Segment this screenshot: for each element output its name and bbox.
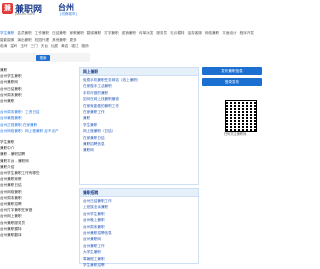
nav-category-link[interactable]: 礼仪模特 xyxy=(170,30,184,37)
panel-link-item[interactable]: 兼职网 xyxy=(83,147,195,153)
qr-code-icon xyxy=(225,100,257,132)
panel-list: 免费手机兼职任务网站（线上兼职） 在家做手工活兼职 手机可做的兼职 如何在网上找兼职赚… xyxy=(80,76,198,155)
search-button[interactable]: 搜索 xyxy=(36,55,50,61)
header: 兼 兼职网 jianzhi.com 台州 [切换城市] xyxy=(0,0,265,28)
nav-category-link[interactable]: 传单派发 xyxy=(139,30,153,37)
qr-caption: 扫码关注兼职网 xyxy=(224,132,247,136)
nav-category-link[interactable]: 促销兼职 xyxy=(122,30,136,37)
nav-district-link[interactable]: 仙居 xyxy=(51,43,58,50)
nav-district-link[interactable]: 玉环 xyxy=(20,43,27,50)
panel-title: 兼职招聘 xyxy=(80,189,198,197)
nav-category-link[interactable]: 平面设计 xyxy=(222,30,236,37)
nav-district-link[interactable]: 黄岩 xyxy=(61,43,68,50)
nav-district-link[interactable]: 路桥 xyxy=(82,43,89,50)
nav-district-link[interactable]: 椒江 xyxy=(71,43,78,50)
nav-district-link[interactable]: 临海 xyxy=(0,43,7,50)
post-job-button[interactable]: 发布兼职信息 xyxy=(202,67,262,75)
nav-category-link[interactable]: 服务员 xyxy=(156,30,167,37)
category-nav: 学生兼职 会员兼职 工作兼职 日结兼职 家教兼职 翻译兼职 打字兼职 促销兼职 传单派发 服务员礼… xyxy=(0,30,265,50)
logo-subtitle: jianzhi.com xyxy=(15,12,35,16)
nav-category-link[interactable]: 翻译兼职 xyxy=(87,30,101,37)
panel-link-item[interactable]: 学生兼职招聘 xyxy=(83,262,195,268)
nav-category-link[interactable]: 程序开发 xyxy=(240,30,254,37)
nav-district-link[interactable]: 三门 xyxy=(31,43,38,50)
logo-icon[interactable]: 兼 xyxy=(2,3,13,14)
login-post-button[interactable]: 登录发布 xyxy=(202,78,262,86)
nav-category-link[interactable]: 话务客服 xyxy=(188,30,202,37)
left-link-column: 兼职 台州学生兼职 台州兼职网 台州日结兼职 台州周末兼职 台州兼职 台州周末兼职：工资日结… xyxy=(0,67,75,243)
right-column: 发布兼职信息 登录发布 xyxy=(202,67,262,89)
online-jobs-panel: 网上兼职 免费手机兼职任务网站（线上兼职） 在家做手工活兼职 手机可做的兼职 如何在网… xyxy=(79,67,199,185)
nav-category-link[interactable]: 打字兼职 xyxy=(104,30,118,37)
panel-title: 网上兼职 xyxy=(80,68,198,76)
nav-category-link[interactable]: 网络兼职 xyxy=(205,30,219,37)
nav-district-link[interactable]: 天台 xyxy=(41,43,48,50)
city-switch-link[interactable]: [切换城市] xyxy=(60,12,77,17)
job-recruit-panel: 兼职招聘 台州日结兼职工作 上班族业余兼职 台州学生兼职 台州晚上兼职 台州周末兼职 台州… xyxy=(79,188,199,267)
panel-list: 台州日结兼职工作 上班族业余兼职 台州学生兼职 台州晚上兼职 台州周末兼职 台州兼职招聘信… xyxy=(80,197,198,269)
nav-district-link[interactable]: 温岭 xyxy=(10,43,17,50)
